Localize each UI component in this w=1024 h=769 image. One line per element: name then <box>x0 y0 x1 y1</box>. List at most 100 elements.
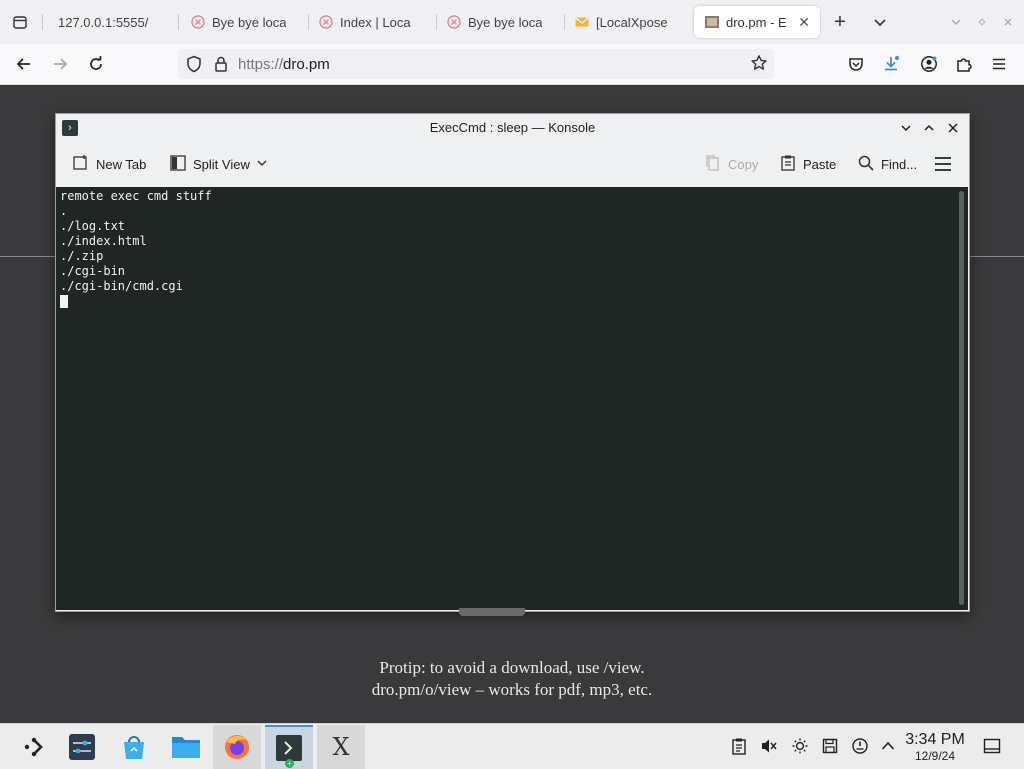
lock-icon[interactable] <box>214 55 228 76</box>
url-protocol: https:// <box>238 56 284 73</box>
tab-label: Bye bye loca <box>468 14 543 30</box>
konsole-window[interactable]: › ExecCmd : sleep — Konsole New Tab Spli… <box>55 113 970 612</box>
protip-line-2: dro.pm/o/view – works for pdf, mp3, etc. <box>371 680 653 699</box>
tab-label: Bye bye loca <box>212 14 287 30</box>
back-button[interactable] <box>10 50 38 78</box>
downloads-icon[interactable] <box>877 50 905 78</box>
tab-label: dro.pm - E <box>726 14 787 30</box>
konsole-titlebar[interactable]: › ExecCmd : sleep — Konsole <box>56 114 969 142</box>
account-icon[interactable] <box>915 50 943 78</box>
browser-tab[interactable]: Bye bye loca <box>180 6 308 38</box>
terminal-area[interactable]: remote exec cmd stuff. ./log.txt ./index.h… <box>56 187 968 610</box>
reload-button[interactable] <box>82 50 110 78</box>
hamburger-menu-button[interactable] <box>934 156 952 175</box>
maximize-chevron-icon[interactable] <box>919 118 939 138</box>
minimize-chevron-icon[interactable] <box>896 118 916 138</box>
terminal-line: ./log.txt <box>60 219 126 233</box>
tab-list-icon[interactable] <box>6 8 34 36</box>
system-settings-app[interactable] <box>58 725 106 769</box>
terminal-scrollbar[interactable] <box>959 191 964 605</box>
menu-hamburger-icon[interactable] <box>985 50 1013 78</box>
tab-label: 127.0.0.1:5555/ <box>58 14 149 30</box>
copy-icon <box>704 154 722 175</box>
terminal-cursor <box>60 295 68 308</box>
terminal-line: ./index.html <box>60 234 147 248</box>
new-instance-badge-icon: + <box>285 759 294 768</box>
terminal-line: ./cgi-bin/cmd.cgi <box>60 279 183 293</box>
localxpose-icon <box>190 14 206 30</box>
new-tab-button[interactable]: + <box>826 8 854 36</box>
storage-save-icon[interactable] <box>820 736 840 756</box>
extensions-puzzle-icon[interactable] <box>950 50 978 78</box>
tab-label: [LocalXpose <box>596 14 668 30</box>
close-icon[interactable] <box>943 118 963 138</box>
konsole-app[interactable]: + <box>265 725 313 769</box>
search-icon <box>857 154 875 175</box>
clock-date[interactable]: 12/9/24 <box>900 749 970 763</box>
terminal-line: ./cgi-bin <box>60 264 126 278</box>
browser-tab-active[interactable]: dro.pm - E ✕ <box>694 6 820 38</box>
x-app[interactable]: X <box>317 725 365 769</box>
localxpose-icon <box>318 14 334 30</box>
copy-button[interactable]: Copy <box>704 154 758 175</box>
tab-separator <box>178 14 179 30</box>
firefox-app[interactable] <box>213 725 261 769</box>
copy-label: Copy <box>728 157 759 172</box>
volume-muted-icon[interactable] <box>759 736 779 756</box>
show-desktop-icon[interactable] <box>982 736 1002 756</box>
tray-expand-chevron-icon[interactable] <box>878 736 898 756</box>
forward-button[interactable] <box>46 50 74 78</box>
chevron-down-icon <box>256 157 268 172</box>
taskbar: + X 3:34 PM 12/9/24 <box>0 723 1024 769</box>
terminal-line: remote exec cmd stuff <box>60 189 212 203</box>
window-title: ExecCmd : sleep — Konsole <box>429 120 596 135</box>
brightness-icon[interactable] <box>790 736 810 756</box>
browser-tab[interactable]: [LocalXpose <box>564 6 692 38</box>
menu-hamburger-icon <box>934 156 952 175</box>
close-window-icon[interactable] <box>994 8 1022 36</box>
terminal-line: ./.zip <box>60 249 104 263</box>
power-gauge-icon[interactable] <box>850 736 870 756</box>
browser-tab[interactable]: Index | Loca <box>308 6 436 38</box>
url-bar[interactable]: https://dro.pm <box>178 49 774 79</box>
new-tab-icon <box>72 154 90 175</box>
browser-tab[interactable]: 127.0.0.1:5555/ <box>48 6 178 38</box>
url-host: dro.pm <box>283 56 330 73</box>
page-icon <box>704 14 720 30</box>
pocket-icon[interactable] <box>842 50 870 78</box>
minimize-window-icon[interactable] <box>942 8 970 36</box>
konsole-toolbar: New Tab Split View Copy Paste Find... <box>56 142 969 186</box>
protip-line-1: Protip: to avoid a download, use /view. <box>379 658 645 677</box>
find-button[interactable]: Find... <box>857 154 917 175</box>
application-launcher-button[interactable] <box>10 725 58 769</box>
page-scroll-handle[interactable] <box>459 608 525 616</box>
new-tab-button[interactable]: New Tab <box>72 154 146 175</box>
clock-time[interactable]: 3:34 PM <box>900 731 970 749</box>
tab-label: Index | Loca <box>340 14 411 30</box>
bookmark-star-icon[interactable] <box>750 54 768 75</box>
file-manager-app[interactable] <box>162 725 210 769</box>
clipboard-icon[interactable] <box>729 736 749 756</box>
find-label: Find... <box>881 157 918 172</box>
mail-icon <box>574 14 590 30</box>
tab-overflow-chevron-icon[interactable] <box>866 8 894 36</box>
new-tab-label: New Tab <box>96 157 147 172</box>
browser-tab[interactable]: Bye bye loca <box>436 6 564 38</box>
x-logo-icon: X <box>332 733 350 761</box>
terminal-output: remote exec cmd stuff. ./log.txt ./index.h… <box>60 189 212 294</box>
tracking-shield-icon[interactable] <box>186 55 202 76</box>
tab-separator <box>42 14 43 30</box>
browser-tab-bar: 127.0.0.1:5555/ Bye bye loca Index | Loc… <box>0 0 1024 44</box>
close-tab-icon[interactable]: ✕ <box>798 14 810 31</box>
browser-nav-bar: https://dro.pm <box>0 44 1024 85</box>
split-view-icon <box>169 154 187 175</box>
paste-button[interactable]: Paste <box>779 154 836 175</box>
split-view-label: Split View <box>193 157 250 172</box>
paste-icon <box>779 154 797 175</box>
maximize-window-icon[interactable] <box>968 8 996 36</box>
split-view-button[interactable]: Split View <box>169 154 268 175</box>
url-text[interactable]: https://dro.pm <box>238 56 330 73</box>
discover-store-app[interactable] <box>110 725 158 769</box>
paste-label: Paste <box>803 157 837 172</box>
terminal-line: . <box>60 204 68 218</box>
